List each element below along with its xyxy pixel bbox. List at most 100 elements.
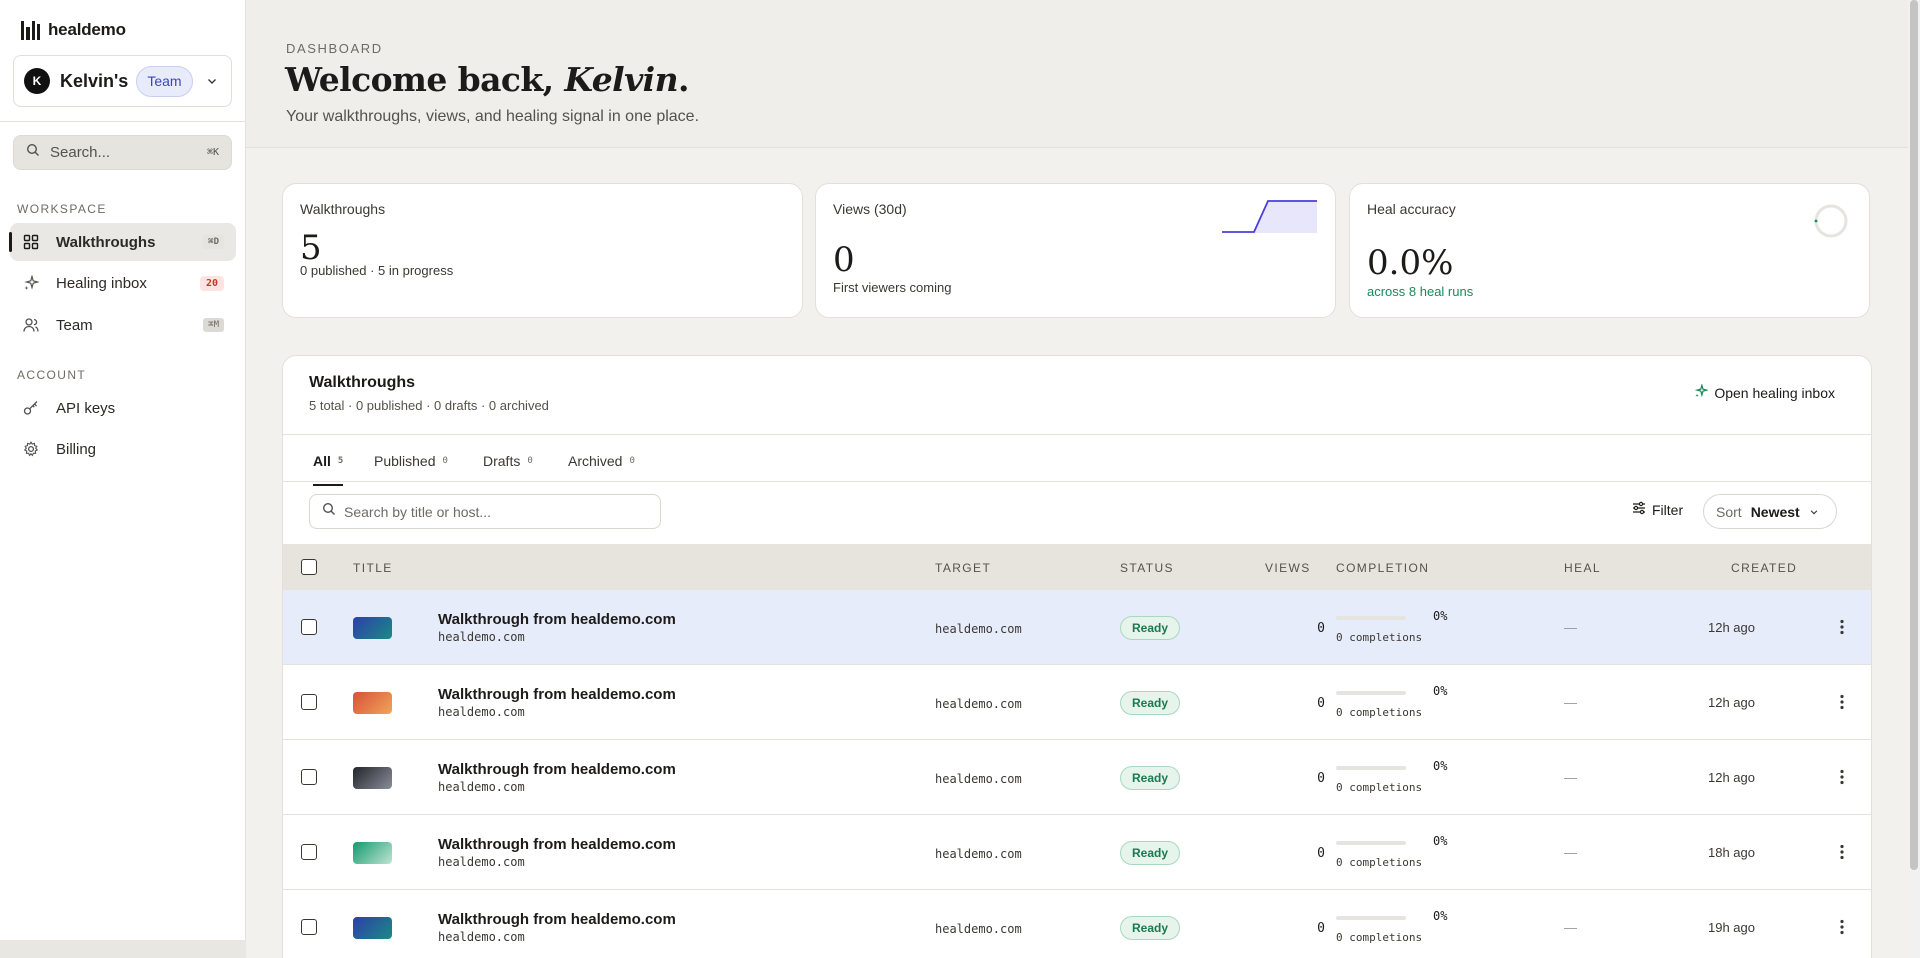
column-header-target[interactable]: TARGET bbox=[935, 561, 991, 575]
sidebar-divider bbox=[0, 121, 246, 122]
sidebar-item-walkthroughs[interactable]: Walkthroughs ⌘D bbox=[9, 223, 236, 261]
completion-count: 0 completions bbox=[1336, 631, 1423, 644]
panel-subtitle: 5 total · 0 published · 0 drafts · 0 arc… bbox=[309, 398, 549, 413]
walkthrough-host: healdemo.com bbox=[438, 930, 525, 944]
walkthrough-host: healdemo.com bbox=[438, 780, 525, 794]
views-count: 0 bbox=[1317, 771, 1325, 786]
page-title: Welcome back, Kelvin. bbox=[285, 60, 689, 99]
column-header-completion[interactable]: COMPLETION bbox=[1336, 561, 1429, 575]
table-row[interactable]: Walkthrough from healdemo.com healdemo.co… bbox=[283, 740, 1871, 815]
walkthrough-title[interactable]: Walkthrough from healdemo.com bbox=[438, 911, 676, 928]
table-row[interactable]: Walkthrough from healdemo.com healdemo.co… bbox=[283, 665, 1871, 740]
walkthrough-title[interactable]: Walkthrough from healdemo.com bbox=[438, 836, 676, 853]
search-icon bbox=[322, 502, 336, 521]
more-vertical-icon bbox=[1840, 694, 1844, 710]
section-label-account: ACCOUNT bbox=[17, 368, 87, 382]
key-icon bbox=[22, 399, 40, 417]
target-host: healdemo.com bbox=[935, 847, 1022, 861]
chevron-down-icon bbox=[1809, 504, 1819, 520]
created-time: 12h ago bbox=[1708, 620, 1755, 635]
divider bbox=[283, 434, 1871, 435]
open-healing-inbox-button[interactable]: Open healing inbox bbox=[1694, 383, 1835, 401]
views-count: 0 bbox=[1317, 846, 1325, 861]
status-badge: Ready bbox=[1120, 766, 1181, 790]
welcome-suffix: . bbox=[678, 60, 689, 99]
completion-count: 0 completions bbox=[1336, 931, 1423, 944]
status-badge: Ready bbox=[1120, 691, 1181, 715]
more-vertical-icon bbox=[1840, 769, 1844, 785]
sparkle-icon bbox=[1694, 383, 1710, 401]
completion-bar bbox=[1336, 841, 1406, 845]
breadcrumb: DASHBOARD bbox=[286, 41, 383, 56]
row-checkbox[interactable] bbox=[301, 769, 317, 785]
page-header: DASHBOARD Welcome back, Kelvin. Your wal… bbox=[246, 0, 1908, 148]
row-checkbox[interactable] bbox=[301, 919, 317, 935]
sidebar-item-healing-inbox[interactable]: Healing inbox 20 bbox=[10, 264, 236, 302]
column-header-heal[interactable]: HEAL bbox=[1564, 561, 1601, 575]
sidebar-item-label: Team bbox=[56, 316, 93, 334]
sidebar-footer bbox=[0, 940, 246, 958]
stat-label: Views (30d) bbox=[833, 201, 907, 217]
table-search[interactable] bbox=[309, 494, 661, 529]
tab-count: 0 bbox=[527, 456, 533, 466]
sidebar-item-team[interactable]: Team ⌘M bbox=[10, 306, 236, 344]
stat-value: 0.0% bbox=[1367, 243, 1454, 283]
logo-icon bbox=[21, 20, 40, 40]
walkthrough-title[interactable]: Walkthrough from healdemo.com bbox=[438, 611, 676, 628]
heal-value: — bbox=[1564, 845, 1577, 860]
created-time: 19h ago bbox=[1708, 920, 1755, 935]
avatar: K bbox=[24, 68, 50, 94]
row-menu-button[interactable] bbox=[1834, 841, 1850, 863]
grid-icon bbox=[22, 233, 40, 251]
chevron-down-icon bbox=[203, 72, 221, 90]
status-badge: Ready bbox=[1120, 916, 1181, 940]
sidebar-item-label: Billing bbox=[56, 440, 97, 458]
sidebar-item-label: API keys bbox=[56, 399, 116, 417]
status-badge: Ready bbox=[1120, 616, 1181, 640]
column-header-title[interactable]: TITLE bbox=[353, 561, 393, 575]
column-header-created[interactable]: CREATED bbox=[1731, 561, 1797, 575]
row-menu-button[interactable] bbox=[1834, 766, 1850, 788]
column-header-status[interactable]: STATUS bbox=[1120, 561, 1174, 575]
select-all-checkbox[interactable] bbox=[301, 559, 317, 575]
stat-value: 0 bbox=[833, 240, 855, 280]
walkthrough-title[interactable]: Walkthrough from healdemo.com bbox=[438, 686, 676, 703]
section-label-workspace: WORKSPACE bbox=[17, 202, 107, 216]
walkthrough-title[interactable]: Walkthrough from healdemo.com bbox=[438, 761, 676, 778]
heal-value: — bbox=[1564, 770, 1577, 785]
table-row[interactable]: Walkthrough from healdemo.com healdemo.co… bbox=[283, 890, 1871, 958]
created-time: 12h ago bbox=[1708, 770, 1755, 785]
stat-subtext: First viewers coming bbox=[833, 280, 952, 295]
completion-count: 0 completions bbox=[1336, 706, 1423, 719]
row-checkbox[interactable] bbox=[301, 844, 317, 860]
table-row[interactable]: Walkthrough from healdemo.com healdemo.co… bbox=[283, 815, 1871, 890]
row-menu-button[interactable] bbox=[1834, 916, 1850, 938]
scrollbar[interactable] bbox=[1908, 0, 1920, 958]
brand[interactable]: healdemo bbox=[21, 18, 126, 42]
stat-subtext: across 8 heal runs bbox=[1367, 284, 1474, 299]
walkthrough-host: healdemo.com bbox=[438, 855, 525, 869]
stat-card-heal-accuracy: Heal accuracy 0.0% across 8 heal runs bbox=[1349, 183, 1870, 318]
row-checkbox[interactable] bbox=[301, 694, 317, 710]
filter-button[interactable]: Filter bbox=[1632, 501, 1683, 518]
row-menu-button[interactable] bbox=[1834, 616, 1850, 638]
table-row[interactable]: Walkthrough from healdemo.com healdemo.co… bbox=[283, 590, 1871, 665]
welcome-prefix: Welcome back, bbox=[285, 60, 565, 99]
shortcut-badge: ⌘M bbox=[203, 318, 224, 332]
row-checkbox[interactable] bbox=[301, 619, 317, 635]
views-count: 0 bbox=[1317, 921, 1325, 936]
sidebar-item-api-keys[interactable]: API keys bbox=[10, 389, 236, 427]
target-host: healdemo.com bbox=[935, 697, 1022, 711]
column-header-views[interactable]: VIEWS bbox=[1265, 561, 1311, 575]
sort-dropdown[interactable]: Sort Newest bbox=[1703, 494, 1837, 529]
workspace-switcher[interactable]: K Kelvin's Team bbox=[13, 55, 232, 107]
row-menu-button[interactable] bbox=[1834, 691, 1850, 713]
completion-bar bbox=[1336, 766, 1406, 770]
search-input[interactable] bbox=[344, 503, 644, 520]
more-vertical-icon bbox=[1840, 919, 1844, 935]
walkthrough-host: healdemo.com bbox=[438, 705, 525, 719]
sidebar-search[interactable]: Search... ⌘K bbox=[13, 135, 232, 170]
completion-bar bbox=[1336, 616, 1406, 620]
scrollbar-thumb[interactable] bbox=[1910, 0, 1918, 870]
sidebar-item-billing[interactable]: Billing bbox=[10, 430, 236, 468]
